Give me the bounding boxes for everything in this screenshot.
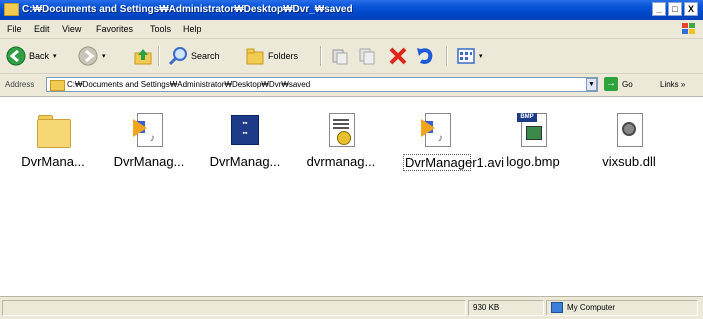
forward-button[interactable]: ▾ [78,44,106,68]
dll-file-icon [611,113,647,149]
address-dropdown-button[interactable]: ▼ [586,78,597,91]
folders-label: Folders [268,51,299,61]
status-bar: 930 KB My Computer [0,296,703,319]
file-item[interactable]: BMP logo.bmp [488,113,578,169]
folder-icon [35,113,71,149]
go-button[interactable]: → Go [604,77,633,91]
address-bar: Address C:₩Documents and Settings₩Admini… [0,74,703,97]
forward-arrow-icon [78,46,98,66]
bmp-image-icon: BMP [515,113,551,149]
search-button[interactable]: Search [168,44,220,68]
address-input[interactable]: C:₩Documents and Settings₩Administrator₩… [46,77,598,92]
maximize-button[interactable]: □ [668,2,682,16]
folders-icon [246,48,264,65]
file-item[interactable]: ♪ DvrManag... [104,113,194,169]
menu-favorites[interactable]: Favorites [96,24,133,34]
status-pane-empty [2,300,466,316]
my-computer-icon [551,302,563,314]
file-item[interactable]: ▪▪ ▪▪ DvrManag... [200,113,290,169]
delete-button[interactable] [388,44,408,68]
avi-video-icon: ♪ [419,113,455,149]
minimize-button[interactable]: _ [652,2,666,16]
views-button[interactable]: ▾ [456,44,483,68]
menu-help[interactable]: Help [183,24,202,34]
windows-logo-icon [682,23,695,34]
standard-toolbar: Back ▾ ▾ Search Folders ▾ [0,39,703,74]
search-icon [168,47,187,66]
views-grid-icon [457,48,475,64]
menu-edit[interactable]: Edit [34,24,50,34]
title-bar[interactable]: C:₩Documents and Settings₩Administrator₩… [0,0,703,20]
address-value: C:₩Documents and Settings₩Administrator₩… [67,80,311,89]
copy-to-button[interactable] [357,44,377,68]
file-list-view[interactable]: DvrMana... ♪ DvrManag... ▪▪ ▪▪ DvrManag..… [0,97,703,292]
toolbar-separator [446,46,448,66]
up-folder-button[interactable] [133,44,153,68]
move-to-icon [332,49,348,65]
status-location-label: My Computer [567,303,616,312]
folders-button[interactable]: Folders [245,44,298,68]
links-toolbar[interactable]: Links » [660,80,685,89]
move-to-button[interactable] [330,44,350,68]
back-button[interactable]: Back ▾ [6,44,57,68]
up-folder-icon [134,49,152,65]
file-item-selected[interactable]: ♪ DvrManager1.avi [392,113,504,171]
delete-x-icon [389,47,407,65]
file-item[interactable]: dvrmanag... [296,113,386,169]
close-button[interactable]: X [684,2,698,16]
file-name: DvrMana... [21,154,85,169]
file-item[interactable]: vixsub.dll [584,113,674,169]
folder-window-icon [4,3,19,16]
folder-icon [50,80,65,91]
chevron-down-icon[interactable]: ▾ [53,52,57,60]
menu-view[interactable]: View [62,24,81,34]
window-title: C:₩Documents and Settings₩Administrator₩… [22,4,353,15]
file-name: dvrmanag... [306,154,376,169]
config-file-icon [323,113,359,149]
menu-file[interactable]: File [7,24,22,34]
go-arrow-icon: → [604,77,618,91]
chevron-down-icon[interactable]: ▾ [479,52,483,60]
undo-button[interactable] [415,44,435,68]
back-label: Back [29,51,50,61]
search-label: Search [191,51,220,61]
media-file-icon: ♪ [131,113,167,149]
file-item[interactable]: DvrMana... [8,113,98,169]
menu-bar: File Edit View Favorites Tools Help [0,20,703,39]
explorer-window: C:₩Documents and Settings₩Administrator₩… [0,0,703,319]
address-label: Address [5,80,35,89]
copy-to-icon [359,48,375,65]
status-size: 930 KB [468,300,544,316]
back-arrow-icon [6,46,26,66]
file-name: logo.bmp [506,154,560,169]
file-name: DvrManager1.avi [403,154,504,171]
status-location: My Computer [546,300,698,316]
toolbar-separator [158,46,160,66]
toolbar-separator [320,46,322,66]
menu-tools[interactable]: Tools [150,24,171,34]
undo-icon [417,48,433,64]
chevron-down-icon[interactable]: ▾ [102,52,106,60]
file-name: DvrManag... [113,154,185,169]
file-name: vixsub.dll [602,154,656,169]
file-name: DvrManag... [209,154,281,169]
go-label: Go [622,79,633,89]
application-icon: ▪▪ ▪▪ [227,113,263,149]
